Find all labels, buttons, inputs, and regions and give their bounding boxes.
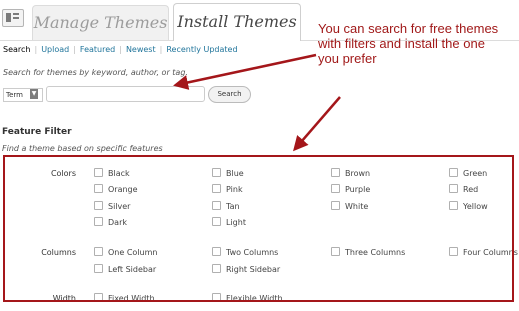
annotation-arrow-to-search [173,53,317,90]
annotation-arrow-to-filters [293,96,341,152]
annotation-arrows [173,53,341,152]
